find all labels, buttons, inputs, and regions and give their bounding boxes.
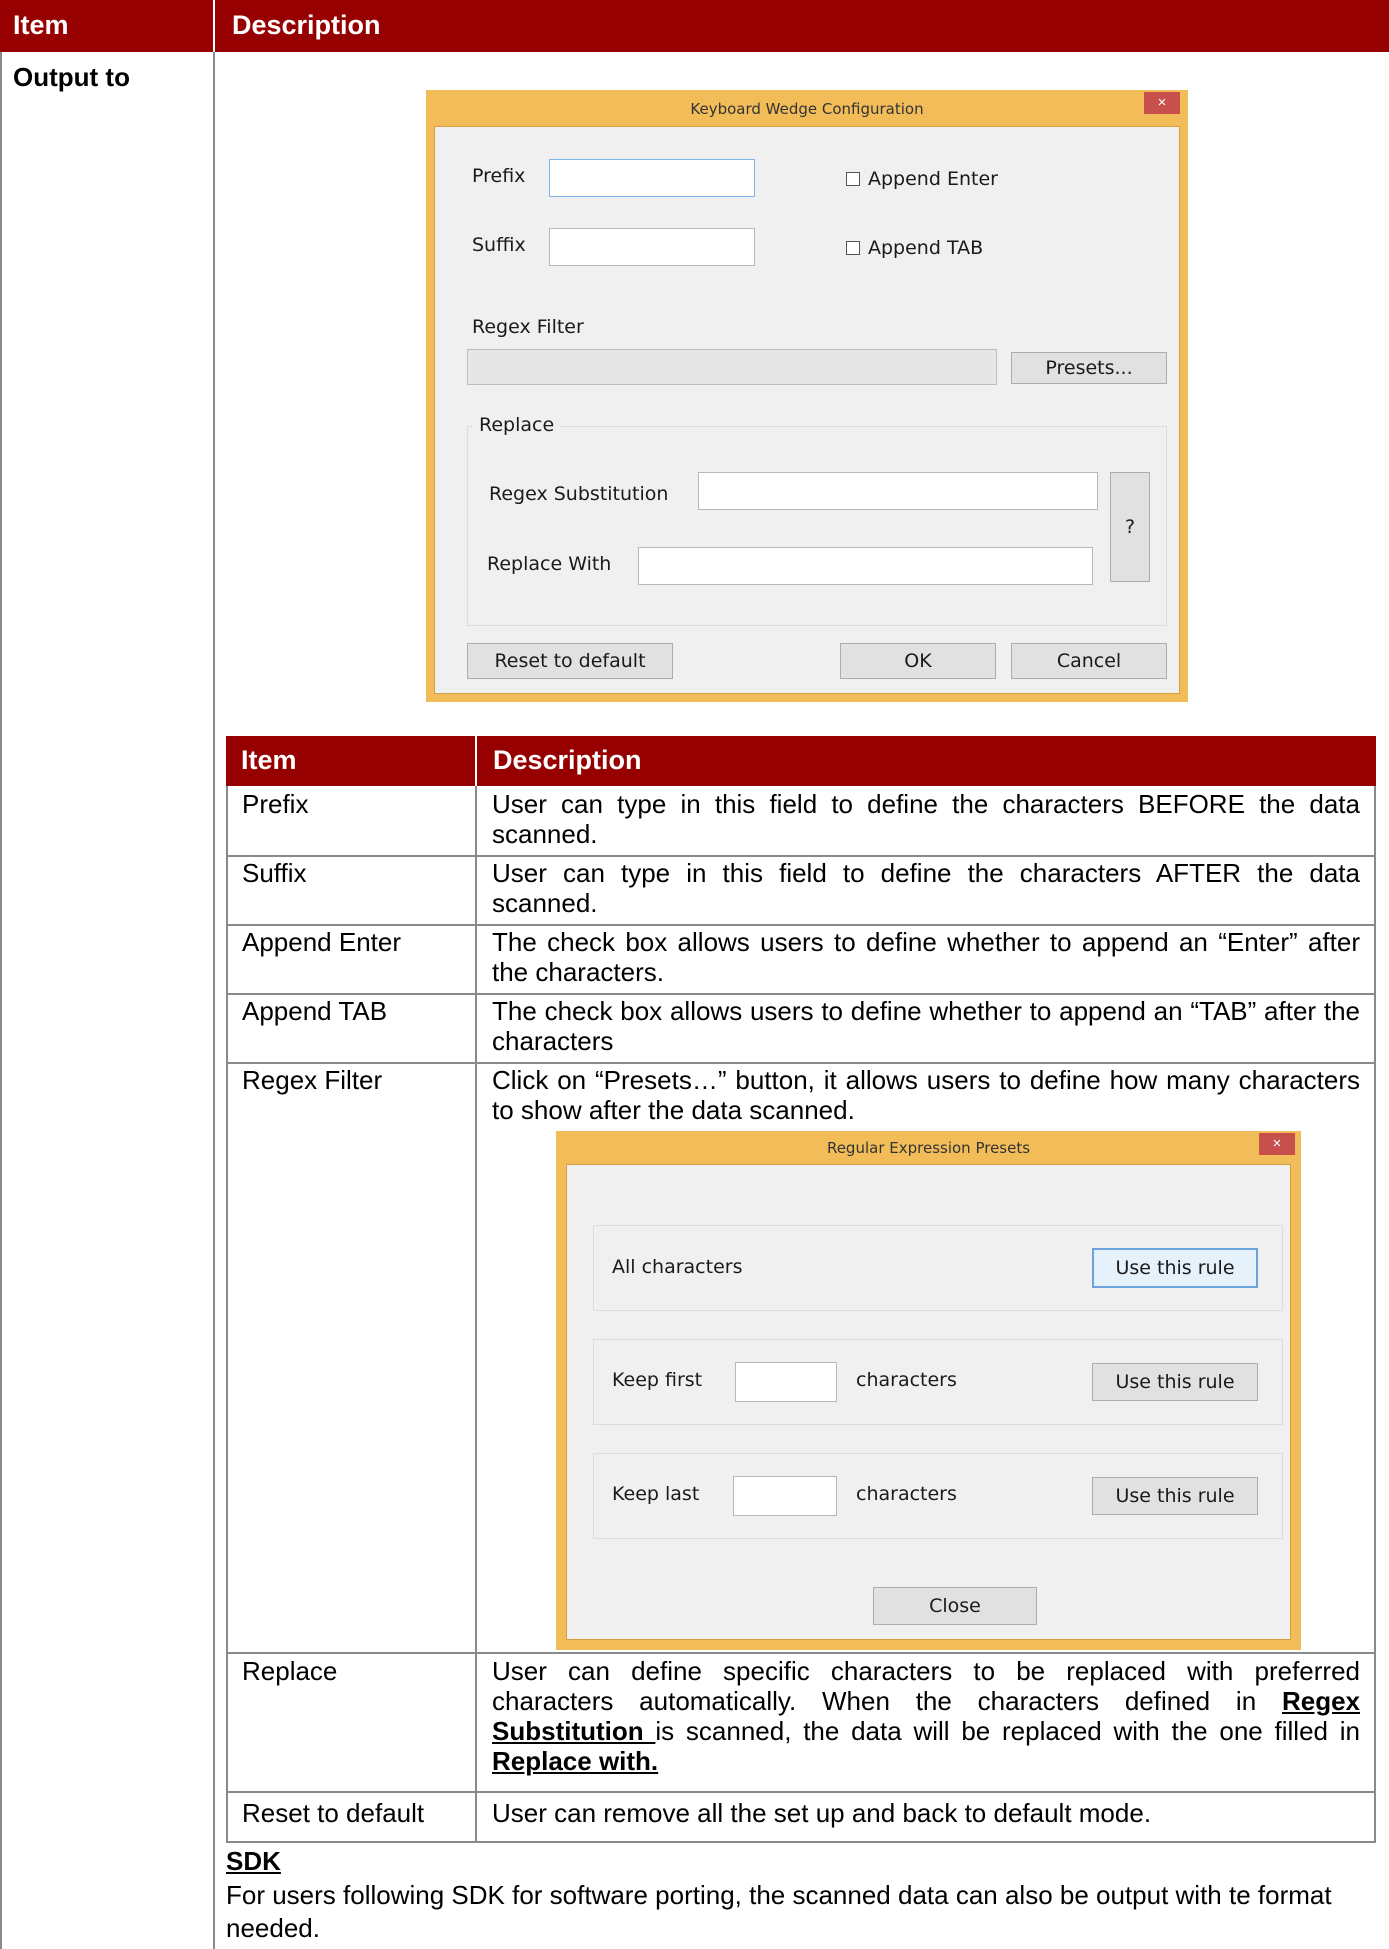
inner-row-line-7 [226,1841,1376,1843]
outer-header-divider [213,0,215,52]
inner-table-header: Item Description [226,736,1376,786]
inner-row-line-1 [226,855,1376,857]
presets-close-button[interactable]: Close [873,1587,1037,1625]
keep-last-input[interactable] [733,1476,837,1516]
inner-row-description: The check box allows users to define whe… [492,927,1360,987]
regex-filter-label: Regex Filter [472,316,584,338]
inner-row-item: Regex Filter [242,1065,383,1095]
inner-table-right-border [1374,786,1376,1843]
inner-row-line-2 [226,924,1376,926]
inner-table-left-border [226,786,228,1843]
inner-row-line-6 [226,1791,1376,1793]
inner-row-description: User can type in this field to define th… [492,858,1360,918]
inner-row-item: Suffix [242,858,307,888]
inner-header-description: Description [493,745,642,775]
keep-last-label: Keep last [612,1483,700,1505]
help-button[interactable]: ? [1110,472,1150,582]
outer-table-header: Item Description [0,0,1389,52]
regex-substitution-input[interactable] [698,472,1098,510]
sdk-heading: SDK [226,1846,281,1876]
regex-presets-dialog: Regular Expression Presets × All charact… [556,1131,1301,1650]
inner-row-description: The check box allows users to define whe… [492,996,1360,1056]
replace-groupbox [467,426,1167,626]
keyboard-dialog-title: Keyboard Wedge Configuration [690,100,924,118]
keyboard-wedge-dialog: Keyboard Wedge Configuration × Prefix Ap… [426,90,1188,702]
replace-with-label: Replace With [487,553,612,575]
keep-first-input[interactable] [735,1362,837,1402]
outer-table-column-divider [213,52,215,1949]
append-enter-label: Append Enter [868,168,998,190]
keyboard-dialog-body: Prefix Append Enter Suffix Append TAB Re… [434,126,1180,694]
inner-row-line-5 [226,1652,1376,1654]
inner-table-column-divider [475,786,477,1843]
prefix-input[interactable] [549,159,755,197]
presets-dialog-body: All characters Use this rule Keep first … [566,1164,1291,1640]
keep-first-label: Keep first [612,1369,703,1391]
keep-last-characters-label: characters [856,1483,957,1505]
inner-row-item: Prefix [242,789,309,819]
append-tab-checkbox[interactable] [846,241,860,255]
replace-desc-part-3: is scanned, the data will be replaced wi… [655,1716,1360,1746]
replace-with-emphasis: Replace with. [492,1746,659,1776]
append-tab-label: Append TAB [868,237,984,259]
replace-row-description: User can define specific characters to b… [492,1656,1360,1776]
outer-header-description: Description [232,10,381,40]
all-characters-label: All characters [612,1256,743,1278]
append-enter-checkbox[interactable] [846,172,860,186]
replace-group-label: Replace [473,414,561,436]
replace-with-input[interactable] [638,547,1093,585]
inner-header-divider [475,736,477,786]
inner-row-description: User can type in this field to define th… [492,789,1360,849]
inner-header-item: Item [241,745,297,775]
inner-row-line-4 [226,1062,1376,1064]
presets-dialog-title: Regular Expression Presets [826,1139,1031,1157]
keep-first-characters-label: characters [856,1369,957,1391]
suffix-label: Suffix [472,234,526,256]
regex-filter-input[interactable] [467,349,997,385]
use-rule-keep-first-button[interactable]: Use this rule [1092,1363,1258,1401]
keyboard-dialog-close-button[interactable]: × [1144,92,1180,114]
ok-button[interactable]: OK [840,643,996,679]
inner-row-description: Click on “Presets…” button, it allows us… [492,1065,1360,1125]
outer-table-left-border [0,52,2,1949]
outer-row-item: Output to [13,62,130,92]
cancel-button[interactable]: Cancel [1011,643,1167,679]
use-rule-all-button[interactable]: Use this rule [1092,1248,1258,1288]
outer-header-item: Item [13,10,69,40]
replace-desc-part-1: User can define specific characters to b… [492,1656,1360,1716]
regex-substitution-label: Regex Substitution [489,483,669,505]
suffix-input[interactable] [549,228,755,266]
reset-to-default-button[interactable]: Reset to default [467,643,673,679]
prefix-label: Prefix [472,165,526,187]
inner-row-item: Append Enter [242,927,402,957]
use-rule-keep-last-button[interactable]: Use this rule [1092,1477,1258,1515]
inner-row-item: Replace [242,1656,338,1686]
inner-row-line-3 [226,993,1376,995]
inner-row-item: Append TAB [242,996,388,1026]
presets-button[interactable]: Presets... [1011,352,1167,384]
inner-row-item: Reset to default [242,1798,425,1828]
sdk-text: For users following SDK for software por… [226,1880,1332,1943]
inner-row-description: User can remove all the set up and back … [492,1798,1152,1828]
presets-dialog-close-button[interactable]: × [1259,1133,1295,1155]
